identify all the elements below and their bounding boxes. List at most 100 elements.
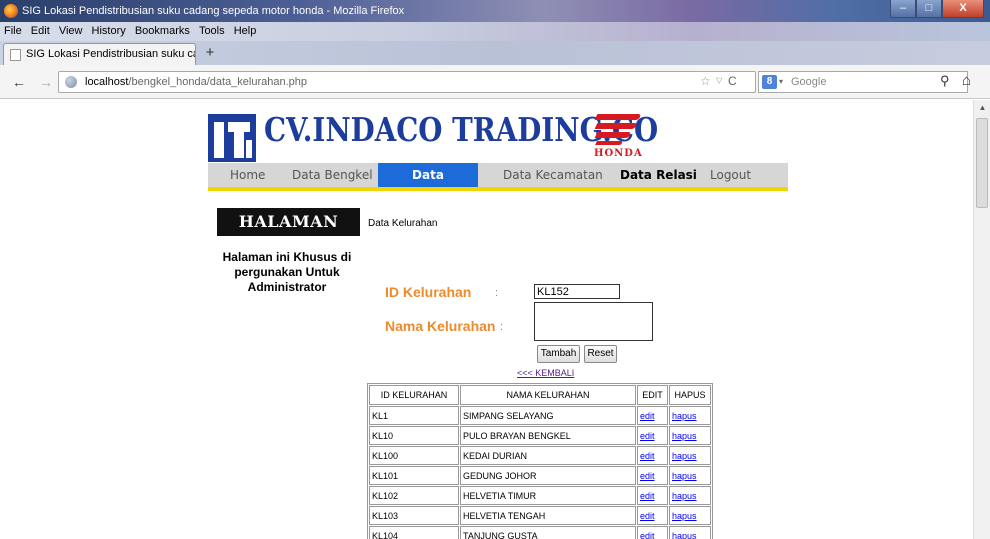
cell-nama: GEDUNG JOHOR [460, 466, 636, 485]
menu-view[interactable]: View [56, 22, 86, 37]
edit-link[interactable]: edit [637, 486, 668, 505]
tab-bar: SIG Lokasi Pendistribusian suku cadang .… [0, 41, 990, 65]
search-placeholder: Google [791, 76, 827, 88]
cell-nama: PULO BRAYAN BENGKEL [460, 426, 636, 445]
table-row: KL10 PULO BRAYAN BENGKEL edit hapus [369, 426, 711, 445]
admin-title: HALAMAN ADMIN [217, 208, 360, 259]
maximize-button[interactable]: □ [916, 0, 942, 18]
cell-nama: SIMPANG SELAYANG [460, 406, 636, 425]
reset-button[interactable]: Reset [584, 345, 617, 363]
table-row: KL104 TANJUNG GUSTA edit hapus [369, 526, 711, 539]
tambah-button[interactable]: Tambah [537, 345, 580, 363]
id-colon: : [495, 287, 499, 299]
menu-data-kelurahan[interactable]: Data Kelurahan [378, 163, 478, 206]
cell-id: KL103 [369, 506, 459, 525]
table-row: KL100 KEDAI DURIAN edit hapus [369, 446, 711, 465]
new-tab-button[interactable]: + [200, 45, 220, 63]
hapus-link[interactable]: hapus [669, 406, 711, 425]
company-logo [208, 114, 256, 162]
window-controls: – □ X [890, 0, 984, 18]
edit-link[interactable]: edit [637, 506, 668, 525]
menu-history[interactable]: History [89, 22, 129, 37]
column-header-nama: NAMA KELURAHAN [460, 385, 636, 405]
table-row: KL101 GEDUNG JOHOR edit hapus [369, 466, 711, 485]
close-button[interactable]: X [942, 0, 984, 18]
column-header-id: ID KELURAHAN [369, 385, 459, 405]
window-titlebar: SIG Lokasi Pendistribusian suku cadang s… [0, 0, 990, 22]
column-header-hapus: HAPUS [669, 385, 711, 405]
hapus-link[interactable]: hapus [669, 486, 711, 505]
section-title: Data Kelurahan [368, 218, 438, 229]
scroll-up-icon[interactable]: ▲ [974, 100, 990, 116]
menu-data-bengkel[interactable]: Data Bengkel [292, 163, 373, 187]
search-icon[interactable]: ⚲ [940, 73, 950, 89]
hapus-link[interactable]: hapus [669, 506, 711, 525]
nama-kelurahan-label: Nama Kelurahan [385, 318, 496, 334]
page-viewport: CV.INDACO TRADING.CO HONDA Home Data Ben… [0, 100, 973, 539]
menu-bookmarks[interactable]: Bookmarks [132, 22, 193, 37]
cell-id: KL104 [369, 526, 459, 539]
menu-data-relasi[interactable]: Data Relasi [620, 163, 697, 187]
tab-label: SIG Lokasi Pendistribusian suku cadang .… [26, 48, 195, 60]
edit-link[interactable]: edit [637, 426, 668, 445]
url-host: localhost [85, 76, 129, 88]
honda-logo: HONDA [590, 110, 650, 160]
bookmark-star-icon[interactable]: ☆ [700, 74, 711, 88]
edit-link[interactable]: edit [637, 446, 668, 465]
home-icon[interactable]: ⌂ [962, 72, 971, 89]
edit-link[interactable]: edit [637, 526, 668, 539]
menu-file[interactable]: File [0, 22, 25, 37]
reload-icon[interactable]: C [728, 74, 737, 88]
search-engine-icon[interactable]: 8 [762, 75, 777, 89]
cell-nama: HELVETIA TENGAH [460, 506, 636, 525]
nama-colon: : [500, 321, 504, 333]
hapus-link[interactable]: hapus [669, 526, 711, 539]
cell-id: KL10 [369, 426, 459, 445]
main-menu: Home Data Bengkel Data Kelurahan Data Ke… [208, 163, 788, 206]
edit-link[interactable]: edit [637, 406, 668, 425]
table-row: KL1 SIMPANG SELAYANG edit hapus [369, 406, 711, 425]
cell-nama: TANJUNG GUSTA [460, 526, 636, 539]
window-title: SIG Lokasi Pendistribusian suku cadang s… [22, 5, 405, 17]
id-kelurahan-label: ID Kelurahan [385, 284, 472, 300]
history-dropdown-icon[interactable]: ▽ [716, 76, 722, 85]
honda-brand-text: HONDA [594, 148, 643, 159]
page-scrollbar[interactable]: ▲ [973, 100, 990, 539]
table-row: KL102 HELVETIA TIMUR edit hapus [369, 486, 711, 505]
menu-data-kecamatan[interactable]: Data Kecamatan [503, 163, 603, 187]
page-icon [10, 49, 21, 61]
admin-note: Halaman ini Khusus di pergunakan Untuk A… [222, 250, 352, 294]
kelurahan-table: ID KELURAHAN NAMA KELURAHAN EDIT HAPUS K… [367, 383, 713, 539]
column-header-edit: EDIT [637, 385, 668, 405]
id-kelurahan-field[interactable] [534, 284, 620, 299]
site-identity-icon[interactable] [65, 76, 77, 88]
menu-edit[interactable]: Edit [28, 22, 53, 37]
back-arrow-icon[interactable]: ← [12, 74, 26, 90]
url-bar[interactable]: localhost/bengkel_honda/data_kelurahan.p… [58, 71, 756, 93]
menu-help[interactable]: Help [231, 22, 260, 37]
edit-link[interactable]: edit [637, 466, 668, 485]
hapus-link[interactable]: hapus [669, 446, 711, 465]
cell-id: KL100 [369, 446, 459, 465]
navigation-bar: ← → localhost/bengkel_honda/data_kelurah… [0, 65, 990, 99]
menu-logout[interactable]: Logout [710, 163, 751, 187]
table-header-row: ID KELURAHAN NAMA KELURAHAN EDIT HAPUS [369, 385, 711, 405]
tab-active[interactable]: SIG Lokasi Pendistribusian suku cadang .… [3, 43, 196, 65]
cell-id: KL101 [369, 466, 459, 485]
firefox-icon [4, 4, 18, 18]
nama-kelurahan-field[interactable] [534, 302, 653, 341]
menu-home[interactable]: Home [230, 163, 265, 187]
kembali-link[interactable]: <<< KEMBALI [517, 368, 574, 378]
minimize-button[interactable]: – [890, 0, 916, 18]
scrollbar-thumb[interactable] [976, 118, 988, 208]
hapus-link[interactable]: hapus [669, 466, 711, 485]
search-engine-dropdown-icon[interactable]: ▾ [779, 72, 783, 92]
url-path: /bengkel_honda/data_kelurahan.php [128, 76, 308, 88]
forward-arrow-icon[interactable]: → [39, 74, 53, 90]
search-input[interactable]: 8 ▾ Google [758, 71, 968, 93]
hapus-link[interactable]: hapus [669, 426, 711, 445]
menu-tools[interactable]: Tools [196, 22, 228, 37]
cell-id: KL1 [369, 406, 459, 425]
menu-bar: File Edit View History Bookmarks Tools H… [0, 22, 990, 41]
cell-id: KL102 [369, 486, 459, 505]
